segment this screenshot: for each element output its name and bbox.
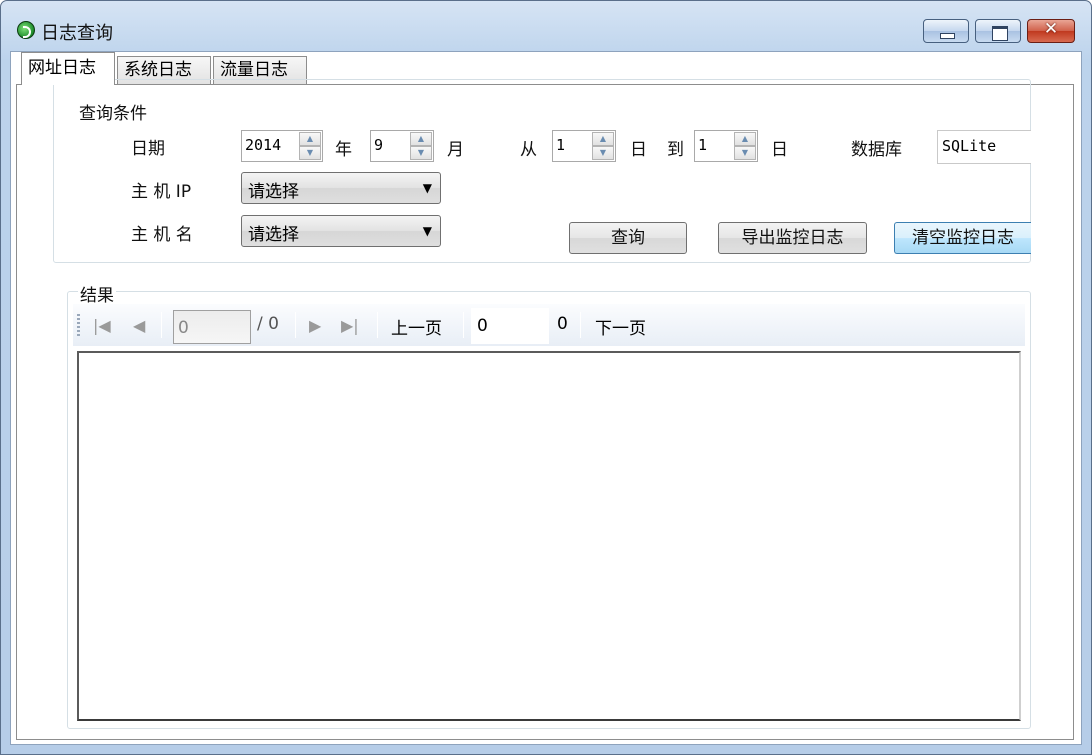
- from-day-value: 1: [556, 136, 566, 154]
- month-value: 9: [374, 136, 384, 154]
- first-page-icon[interactable]: |◀: [93, 316, 111, 335]
- maximize-button[interactable]: [975, 19, 1021, 43]
- month-spinner[interactable]: 9 ▲ ▼: [370, 130, 434, 162]
- spin-down-icon[interactable]: ▼: [299, 146, 321, 160]
- close-icon: ✕: [1043, 19, 1059, 39]
- clear-log-button[interactable]: 清空监控日志: [894, 222, 1031, 254]
- host-name-label: 主 机 名: [131, 225, 193, 245]
- spin-up-icon[interactable]: ▲: [592, 132, 614, 146]
- database-value: SQLite: [942, 137, 997, 155]
- spin-down-icon[interactable]: ▼: [410, 146, 432, 160]
- database-field[interactable]: SQLite: [937, 130, 1031, 164]
- toolbar-separator: [463, 312, 464, 338]
- next-page-icon[interactable]: ▶: [309, 316, 321, 335]
- toolbar-separator: [377, 312, 378, 338]
- results-legend: 结果: [78, 281, 116, 306]
- tab-url-log[interactable]: 网址日志: [21, 52, 115, 85]
- chevron-down-icon: ▼: [422, 224, 432, 238]
- from-label: 从: [520, 140, 537, 160]
- record-count: 0: [557, 314, 568, 334]
- date-label: 日期: [131, 139, 165, 159]
- to-label: 到: [667, 140, 684, 160]
- spin-up-icon[interactable]: ▲: [299, 132, 321, 146]
- toolbar-separator: [161, 312, 162, 338]
- host-name-selected: 请选择: [248, 225, 299, 245]
- window-title: 日志查询: [41, 23, 113, 44]
- year-value: 2014: [245, 136, 282, 154]
- toolbar-grip[interactable]: [77, 314, 80, 336]
- host-name-select[interactable]: 请选择 ▼: [241, 215, 441, 247]
- export-log-button[interactable]: 导出监控日志: [718, 222, 867, 254]
- log-query-window: 日志查询 ✕ 网址日志 系统日志 流量日志 查询条件 日期 2014 ▲ ▼ 年 …: [0, 0, 1092, 755]
- spin-up-icon[interactable]: ▲: [410, 132, 432, 146]
- to-day-value: 1: [698, 136, 708, 154]
- app-logo-icon: [17, 21, 35, 39]
- prev-page-icon[interactable]: ◀: [133, 316, 145, 335]
- minimize-button[interactable]: [923, 19, 969, 43]
- current-page-input[interactable]: 0: [173, 310, 251, 344]
- to-day-spinner[interactable]: 1 ▲ ▼: [694, 130, 758, 162]
- from-day-spinner[interactable]: 1 ▲ ▼: [552, 130, 616, 162]
- chevron-down-icon: ▼: [422, 181, 432, 195]
- toolbar-separator: [580, 312, 581, 338]
- query-conditions-group: [53, 79, 1031, 263]
- from-day-unit: 日: [630, 140, 647, 160]
- host-ip-selected: 请选择: [248, 182, 299, 202]
- close-button[interactable]: ✕: [1027, 19, 1075, 43]
- title-bar[interactable]: 日志查询 ✕: [1, 1, 1091, 47]
- query-button[interactable]: 查询: [569, 222, 687, 254]
- pager-toolbar: |◀ ◀ 0 / 0 ▶ ▶| 上一页 0 0 下一页: [73, 304, 1025, 346]
- year-spinner[interactable]: 2014 ▲ ▼: [241, 130, 323, 162]
- database-label: 数据库: [851, 140, 902, 160]
- year-unit: 年: [335, 140, 352, 160]
- current-page-value: 0: [178, 318, 189, 338]
- host-ip-label: 主 机 IP: [131, 182, 192, 202]
- last-page-icon[interactable]: ▶|: [341, 316, 359, 335]
- page-number-value: 0: [477, 316, 488, 336]
- toolbar-separator: [295, 312, 296, 338]
- spin-down-icon[interactable]: ▼: [592, 146, 614, 160]
- results-grid[interactable]: [77, 351, 1021, 721]
- next-page-link[interactable]: 下一页: [595, 314, 646, 339]
- month-unit: 月: [447, 140, 464, 160]
- page-number-box[interactable]: 0: [471, 308, 549, 344]
- to-day-unit: 日: [771, 140, 788, 160]
- spin-up-icon[interactable]: ▲: [734, 132, 756, 146]
- spin-down-icon[interactable]: ▼: [734, 146, 756, 160]
- host-ip-select[interactable]: 请选择 ▼: [241, 172, 441, 204]
- query-conditions-legend: 查询条件: [77, 99, 149, 124]
- total-pages: / 0: [257, 314, 279, 334]
- prev-page-link[interactable]: 上一页: [391, 314, 442, 339]
